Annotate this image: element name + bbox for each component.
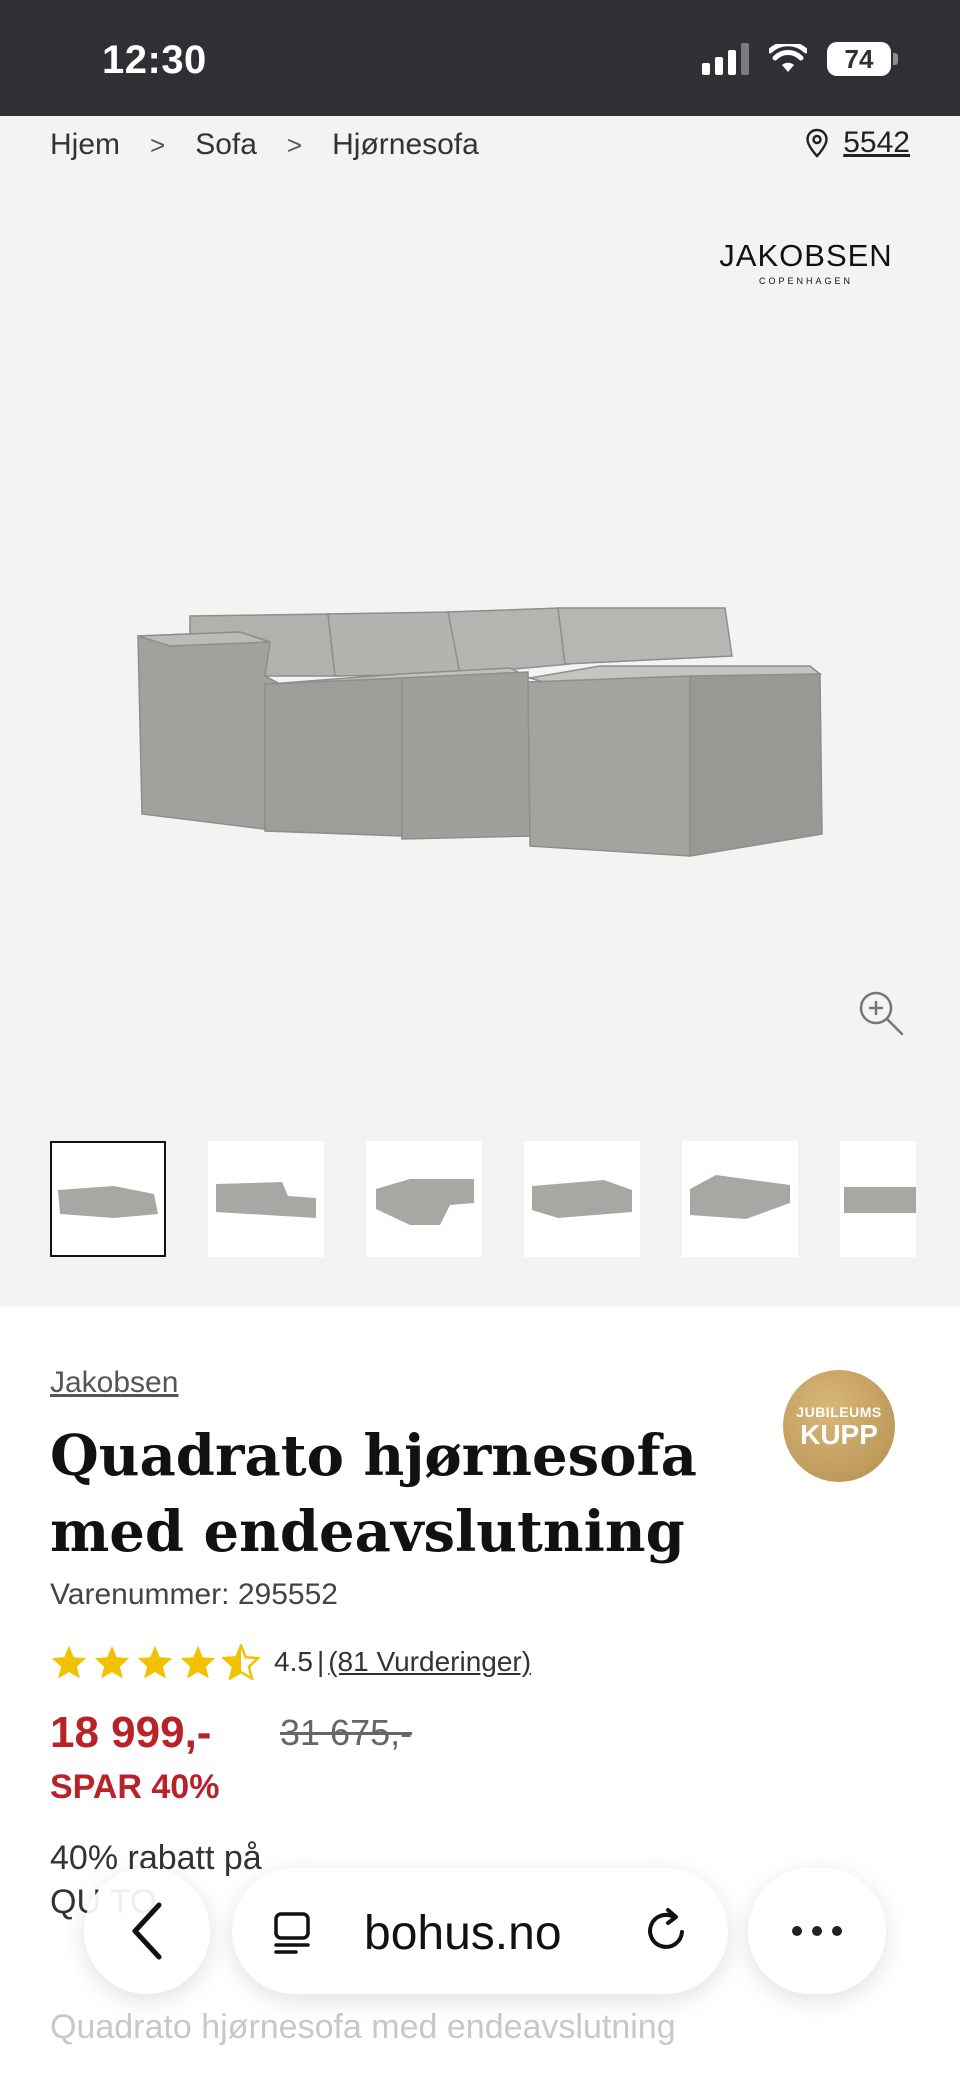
star-icon: [137, 1645, 173, 1679]
status-bar: 12:30 74: [0, 0, 960, 116]
current-price: 18 999,-: [50, 1708, 212, 1757]
store-selector[interactable]: 5542: [805, 126, 910, 160]
thumbnail-3[interactable]: [366, 1141, 482, 1257]
brand-logo-sub: COPENHAGEN: [758, 276, 853, 286]
breadcrumb-home[interactable]: Hjem: [50, 128, 120, 162]
store-number[interactable]: 5542: [843, 126, 910, 160]
save-percent: SPAR 40%: [50, 1768, 220, 1806]
star-icon: [94, 1645, 130, 1679]
rating-stars: [50, 1644, 260, 1680]
battery-level: 74: [827, 42, 891, 76]
product-gallery: Hjem > Sofa > Hjørnesofa 5542 JAKOBSEN C…: [0, 116, 960, 1306]
status-icons: 74: [702, 42, 898, 76]
brand-link[interactable]: Jakobsen: [50, 1366, 178, 1400]
chevron-left-icon: [132, 1902, 162, 1960]
wifi-icon: [769, 44, 807, 72]
jubileums-kupp-badge: JUBILEUMS KUPP: [783, 1370, 895, 1482]
old-price: 31 675,-: [280, 1712, 413, 1753]
product-description: Quadrato hjørnesofa med endeavslutning: [50, 2008, 676, 2046]
rating-separator: |: [316, 1646, 325, 1677]
location-pin-icon: [806, 128, 828, 158]
breadcrumb-separator: >: [286, 129, 303, 160]
breadcrumb-corner-sofa[interactable]: Hjørnesofa: [332, 128, 479, 162]
product-title: Quadrato hjørnesofa med endeavslutning: [50, 1423, 697, 1565]
cellular-signal-icon: [702, 43, 749, 75]
badge-line1: JUBILEUMS: [796, 1404, 882, 1420]
brand-logo: JAKOBSEN COPENHAGEN: [716, 238, 896, 286]
breadcrumb: Hjem > Sofa > Hjørnesofa: [50, 128, 479, 162]
thumbnail-6[interactable]: [840, 1141, 916, 1257]
product-main-image[interactable]: [130, 556, 830, 876]
battery-icon: 74: [827, 42, 898, 76]
star-icon: [180, 1645, 216, 1679]
rating-value: 4.5: [274, 1646, 313, 1677]
browser-back-button[interactable]: [84, 1868, 210, 1994]
half-star-icon: [222, 1644, 260, 1680]
badge-line2: KUPP: [800, 1419, 878, 1450]
url-text[interactable]: bohus.no: [364, 1906, 562, 1961]
thumbnail-5[interactable]: [682, 1141, 798, 1257]
thumbnail-4[interactable]: [524, 1141, 640, 1257]
reload-icon[interactable]: [642, 1906, 692, 1956]
star-icon: [51, 1645, 87, 1679]
breadcrumb-separator: >: [150, 129, 166, 160]
more-options-button[interactable]: [748, 1868, 886, 1994]
rating-count-link[interactable]: (81 Vurderinger): [328, 1646, 531, 1678]
thumbnail-2[interactable]: [208, 1141, 324, 1257]
breadcrumb-sofa[interactable]: Sofa: [195, 128, 257, 162]
brand-logo-name: JAKOBSEN: [719, 238, 893, 273]
product-rating: 4.5 | (81 Vurderinger): [50, 1644, 531, 1680]
product-sku: Varenummer: 295552: [50, 1578, 338, 1611]
thumbnail-1[interactable]: [50, 1141, 166, 1257]
address-bar[interactable]: bohus.no: [232, 1868, 728, 1994]
status-time: 12:30: [102, 38, 207, 82]
thumbnail-strip: [50, 1141, 916, 1257]
zoom-in-icon[interactable]: [856, 988, 906, 1038]
reader-mode-icon[interactable]: [272, 1910, 318, 1956]
